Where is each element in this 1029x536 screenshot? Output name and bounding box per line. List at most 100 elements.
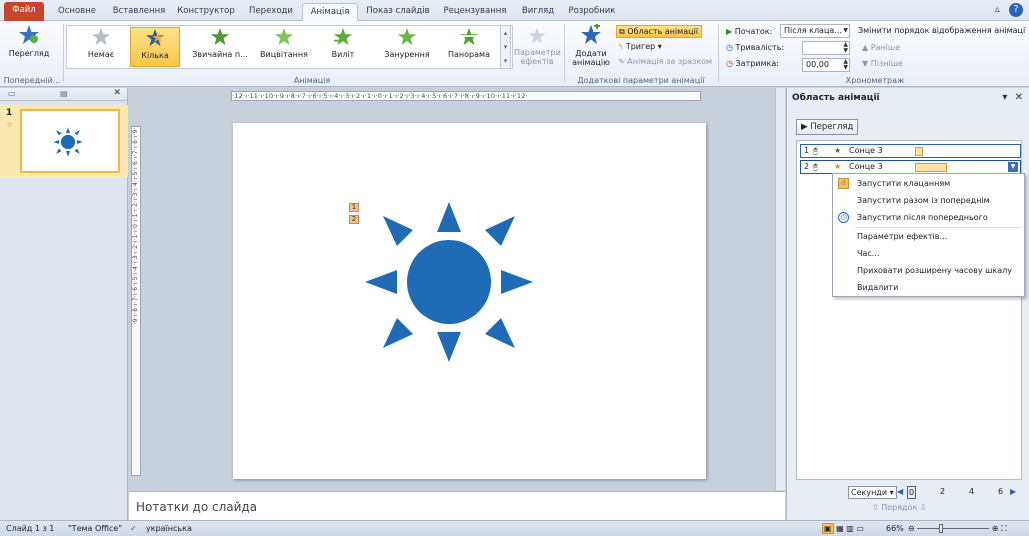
delay-label: ◷ Затримка: xyxy=(726,59,779,68)
menu-start-on-click[interactable]: ☝ Запустити клацанням xyxy=(833,175,1024,192)
start-select[interactable]: Після клаца... ▼ xyxy=(780,24,850,38)
horizontal-ruler: ·12·ı·11·ı·10·ı·9·ı·8·ı·7·ı·6·ı·5·ı·4·ı·… xyxy=(231,91,701,101)
duration-field[interactable]: ▲ ▼ xyxy=(802,41,850,55)
chevron-down-icon: ▼ xyxy=(843,27,848,34)
tab-file[interactable]: Файл xyxy=(4,2,44,21)
play-button[interactable]: ▶ Перегляд xyxy=(796,119,858,135)
effect-fly-in[interactable]: Виліт xyxy=(318,27,368,67)
ribbon: Перегляд Попередній... Немає Кілька Звич… xyxy=(0,21,1029,87)
menu-start-after-previous[interactable]: ◷ Запустити після попереднього xyxy=(833,209,1024,226)
sun-thumbnail xyxy=(53,127,83,157)
lightning-icon: ϟ xyxy=(618,42,624,51)
add-animation-button[interactable]: Додати анімацію xyxy=(568,24,614,70)
theme-name[interactable]: "Тема Office" xyxy=(68,521,122,536)
effect-options-button[interactable]: Параметри ефектів xyxy=(514,27,561,67)
animation-painter-button[interactable]: ✎ Анімація за зразком xyxy=(618,57,712,66)
delay-field[interactable]: 00,00 ▲ ▼ xyxy=(802,58,850,72)
effect-float-in[interactable]: Занурення xyxy=(378,27,436,67)
slide-canvas[interactable]: 1 2 xyxy=(233,123,706,479)
clock-icon: ◷ xyxy=(726,43,733,52)
tab-animations[interactable]: Анімація xyxy=(302,3,358,22)
menu-hide-timeline[interactable]: Приховати розширену часову шкалу xyxy=(833,262,1024,279)
star-wipe-icon xyxy=(459,27,479,46)
move-earlier-button[interactable]: ▲ Раніше xyxy=(862,43,900,52)
slide-editor: ·12·ı·11·ı·10·ı·9·ı·8·ı·7·ı·6·ı·5·ı·4·ı·… xyxy=(129,88,785,490)
slide-counter: Слайд 1 з 1 xyxy=(6,524,55,533)
add-animation-star-icon xyxy=(581,24,601,44)
minimize-ribbon-icon[interactable]: ▵ xyxy=(995,4,1000,15)
notes-placeholder: Нотатки до слайда xyxy=(136,500,258,514)
slides-tab-icon[interactable]: ▭ xyxy=(8,89,16,98)
reorder-down-icon[interactable]: ⇩ xyxy=(920,503,927,512)
help-icon[interactable]: ? xyxy=(1009,3,1023,17)
trigger-button[interactable]: ϟ Тригер ▾ xyxy=(618,42,662,51)
menu-start-with-previous[interactable]: Запустити разом із попереднім xyxy=(833,192,1024,209)
menu-timing[interactable]: Час... xyxy=(833,245,1024,262)
view-buttons: ▣ ▦ ▥ ▭ xyxy=(822,521,864,536)
animation-tag-1[interactable]: 1 xyxy=(349,203,359,212)
scroll-right-icon[interactable]: ▶ xyxy=(1010,486,1016,497)
timing-bar[interactable] xyxy=(915,163,947,172)
chevron-down-icon[interactable]: ▼ xyxy=(1008,162,1018,172)
animation-item-2[interactable]: 2 🖰 ★ Сонце 3 ▼ xyxy=(800,160,1021,174)
tab-view[interactable]: Вигляд xyxy=(514,3,562,21)
reorder-title: Змінити порядок відображення анімації xyxy=(858,26,1026,35)
animation-pane-title: Область анімації xyxy=(792,93,880,103)
tab-insert[interactable]: Вставлення xyxy=(108,3,170,21)
close-icon[interactable]: ✕ xyxy=(1015,92,1023,103)
tab-slideshow[interactable]: Показ слайдів xyxy=(360,3,436,21)
zoom-out-icon[interactable]: ⊖ xyxy=(908,524,915,533)
tab-design[interactable]: Конструктор xyxy=(172,3,240,21)
clock-icon: ◷ xyxy=(838,212,849,223)
menu-remove[interactable]: Видалити xyxy=(833,279,1024,296)
reading-view-icon[interactable]: ▥ xyxy=(846,524,854,533)
menu-effect-options[interactable]: Параметри ефектів... xyxy=(833,228,1024,245)
zoom-in-icon[interactable]: ⊕ xyxy=(992,524,999,533)
language[interactable]: українська xyxy=(146,521,192,536)
move-later-button[interactable]: ▼ Пізніше xyxy=(862,59,903,68)
animation-context-menu: ☝ Запустити клацанням Запустити разом із… xyxy=(832,173,1025,297)
tab-transitions[interactable]: Переходи xyxy=(242,3,300,21)
editor-scrollbar[interactable] xyxy=(775,88,785,490)
effect-wipe[interactable]: Панорама xyxy=(442,27,496,67)
tab-developer[interactable]: Розробник xyxy=(564,3,620,21)
tab-home[interactable]: Основне xyxy=(48,3,106,21)
outline-tab-icon[interactable]: ▤ xyxy=(60,89,68,98)
star-green-icon xyxy=(210,27,230,46)
gallery-scroll[interactable]: ▴ ▾ ▾ xyxy=(500,25,511,69)
spellcheck-icon[interactable]: ✓ xyxy=(130,521,137,536)
effect-none[interactable]: Немає xyxy=(76,27,126,67)
slideshow-view-icon[interactable]: ▭ xyxy=(856,524,864,533)
slides-pane-header: ▭ ▤ ✕ xyxy=(0,88,127,101)
scroll-left-icon[interactable]: ◀ xyxy=(897,486,903,497)
start-label: ▶ Початок: xyxy=(726,27,773,36)
sun-shape[interactable] xyxy=(363,199,535,365)
zoom-level[interactable]: 66% xyxy=(886,521,904,536)
slide-thumbnail[interactable] xyxy=(20,109,120,173)
effect-fade[interactable]: Вицвітання xyxy=(256,27,312,67)
tab-review[interactable]: Рецензування xyxy=(438,3,512,21)
sorter-view-icon[interactable]: ▦ xyxy=(836,524,844,533)
zoom-thumb[interactable] xyxy=(939,524,944,533)
reorder-up-icon[interactable]: ⇧ xyxy=(872,503,879,512)
star-gray-icon xyxy=(91,27,111,46)
fit-window-icon[interactable]: ⛶ xyxy=(1001,524,1007,533)
slides-pane: ▭ ▤ ✕ 1 ☆ xyxy=(0,88,128,520)
effect-appear[interactable]: Звичайна п... xyxy=(188,27,252,67)
spin-icon: ▲ ▼ xyxy=(843,41,848,54)
normal-view-icon[interactable]: ▣ xyxy=(822,523,834,534)
seconds-dropdown[interactable]: Секунди ▾ xyxy=(848,486,897,499)
timing-group-label: Хронометраж xyxy=(845,76,905,85)
animation-tag-2[interactable]: 2 xyxy=(349,215,359,224)
animation-item-1[interactable]: 1 🖰 ★ Сонце 3 xyxy=(800,144,1021,158)
preview-button[interactable]: Перегляд xyxy=(6,24,52,68)
close-icon[interactable]: ✕ xyxy=(113,88,121,98)
effect-star-icon: ★ xyxy=(834,146,842,155)
reorder-controls: ⇧ Порядок ⇩ xyxy=(872,503,927,512)
effect-multiple[interactable]: Кілька xyxy=(130,27,180,67)
zoom-slider[interactable]: ⊖ ⊕ ⛶ xyxy=(908,521,1007,536)
notes-pane[interactable]: Нотатки до слайда xyxy=(129,491,785,520)
pane-menu-icon[interactable]: ▾ xyxy=(1002,92,1007,103)
timing-bar[interactable] xyxy=(915,147,923,156)
animation-pane-button[interactable]: ⧉ Область анімації xyxy=(616,25,702,38)
